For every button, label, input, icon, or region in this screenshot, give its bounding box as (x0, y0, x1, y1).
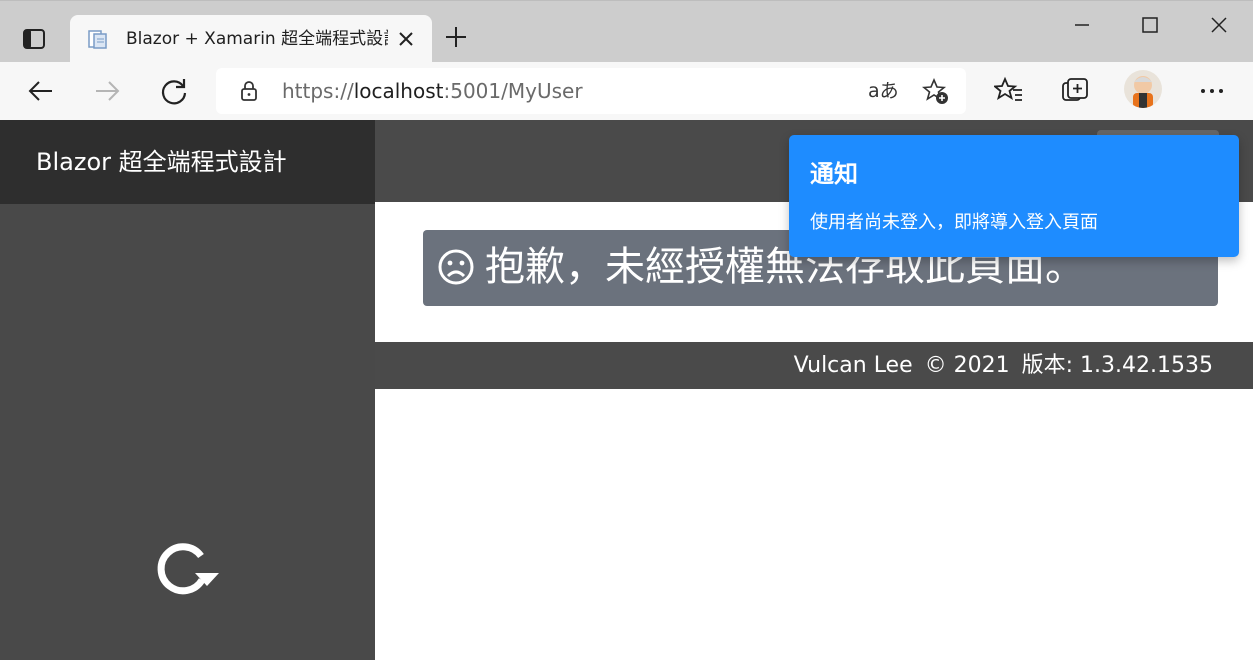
collections-icon[interactable] (1060, 76, 1090, 106)
footer-author: Vulcan Lee (793, 353, 913, 378)
url-text[interactable]: https://localhost:5001/MyUser (282, 79, 583, 103)
lock-icon[interactable] (238, 80, 260, 102)
more-options-icon[interactable] (1197, 76, 1227, 106)
add-favorite-icon[interactable] (921, 77, 950, 106)
app-sidebar: Blazor 超全端程式設計 (0, 120, 375, 660)
address-bar[interactable]: https://localhost:5001/MyUser aあ (216, 68, 966, 114)
page-favicon-icon (88, 29, 108, 49)
refresh-icon[interactable] (159, 76, 189, 106)
reload-icon[interactable] (155, 540, 221, 596)
brand-bar: Blazor 超全端程式設計 (0, 120, 375, 204)
new-tab-icon[interactable] (445, 26, 467, 48)
footer-version: 版本: 1.3.42.1535 (1021, 353, 1213, 378)
brand-title[interactable]: Blazor 超全端程式設計 (36, 146, 287, 178)
footer-text: Vulcan Lee © 2021 版本: 1.3.42.1535 (794, 352, 1213, 380)
back-arrow-icon[interactable] (26, 76, 56, 106)
tab-actions-icon[interactable] (22, 29, 46, 49)
browser-tab-bar: Blazor + Xamarin 超全端程式設計 (0, 0, 1253, 63)
close-tab-icon[interactable] (396, 29, 416, 49)
profile-avatar[interactable] (1124, 70, 1162, 108)
footer-copyright: © 2021 (924, 353, 1010, 378)
maximize-icon[interactable] (1138, 13, 1162, 37)
forward-arrow-icon[interactable] (92, 76, 122, 106)
favorites-icon[interactable] (992, 76, 1024, 106)
app-footer: Vulcan Lee © 2021 版本: 1.3.42.1535 (375, 342, 1253, 389)
notification-toast[interactable]: 通知 使用者尚未登入，即將導入登入頁面 (789, 135, 1239, 257)
read-aloud-icon[interactable]: aあ (868, 78, 899, 104)
close-window-icon[interactable] (1207, 13, 1231, 37)
browser-toolbar: https://localhost:5001/MyUser aあ (0, 62, 1253, 120)
minimize-icon[interactable] (1070, 13, 1094, 37)
toast-message: 使用者尚未登入，即將導入登入頁面 (810, 212, 1098, 233)
browser-tab-active[interactable]: Blazor + Xamarin 超全端程式設計 (70, 15, 432, 63)
tab-title: Blazor + Xamarin 超全端程式設計 (126, 29, 388, 49)
frown-icon (437, 248, 475, 286)
toast-title: 通知 (810, 160, 858, 188)
